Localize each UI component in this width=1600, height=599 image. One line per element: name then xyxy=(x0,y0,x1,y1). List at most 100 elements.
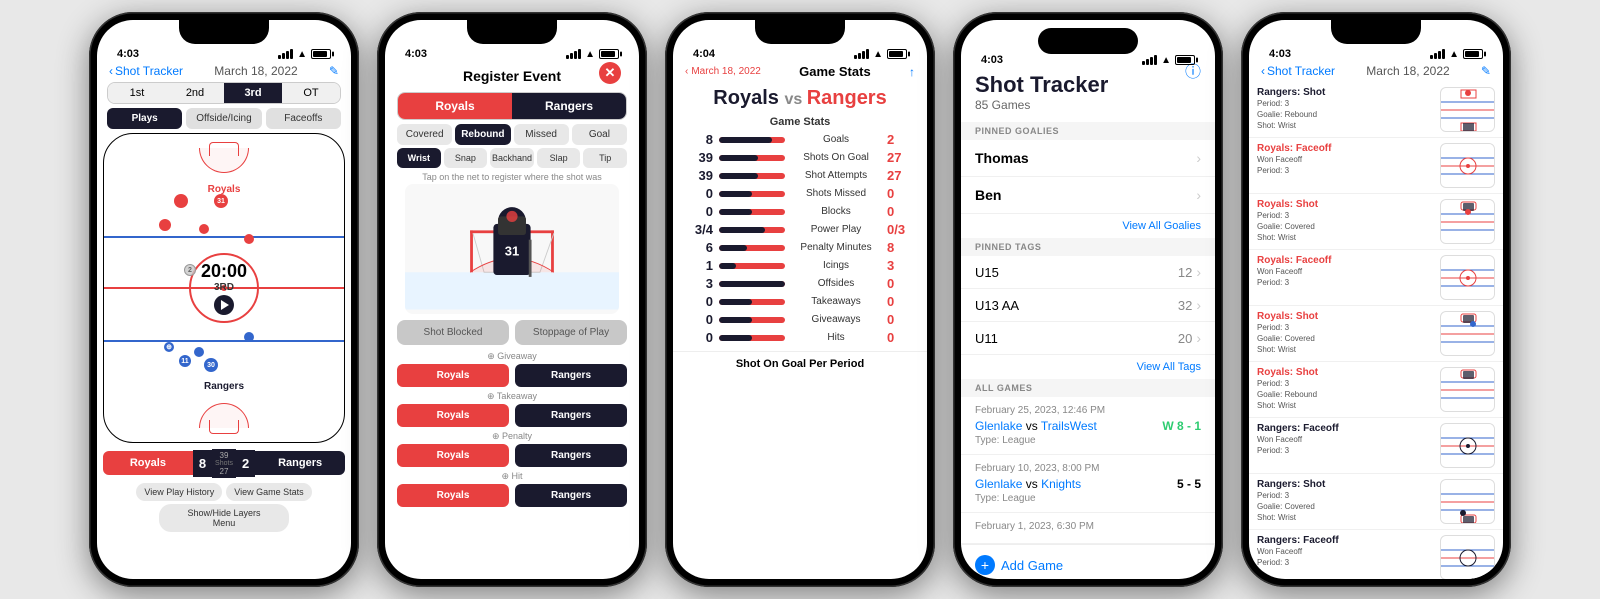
edit-btn-5[interactable]: ✎ xyxy=(1481,64,1491,78)
giveaway-rangers-btn[interactable]: Rangers xyxy=(515,364,627,387)
signal-bars-3 xyxy=(854,49,869,59)
back-date-btn[interactable]: ‹ March 18, 2022 xyxy=(685,66,761,77)
event-item-7[interactable]: Rangers: Shot Period: 3 Goalie: Covered … xyxy=(1249,474,1503,530)
shots-goal-label: Shots On Goal xyxy=(791,152,881,163)
event-info-8: Rangers: Faceoff Won Faceoff Period: 3 xyxy=(1257,535,1434,579)
team-toggle: Royals Rangers xyxy=(397,92,627,120)
close-btn[interactable]: ✕ xyxy=(599,62,621,84)
hit-royals-btn[interactable]: Royals xyxy=(397,484,509,507)
stat-icings: 1 Icings 3 xyxy=(685,258,915,273)
event-item-6[interactable]: Rangers: Faceoff Won Faceoff Period: 3 xyxy=(1249,418,1503,474)
event-goal[interactable]: Goal xyxy=(572,124,627,145)
layers-menu-btn[interactable]: Show/Hide Layers Menu xyxy=(159,504,289,532)
goals-left: 8 xyxy=(685,132,713,147)
penalty-rangers-btn[interactable]: Rangers xyxy=(515,444,627,467)
play-tabs: Plays Offside/Icing Faceoffs xyxy=(107,108,341,129)
shots-goal-bar xyxy=(719,155,785,161)
view-game-stats-btn[interactable]: View Game Stats xyxy=(226,483,311,501)
play-tab-faceoffs[interactable]: Faceoffs xyxy=(266,108,341,129)
wifi-icon-3: ▲ xyxy=(873,49,883,60)
shot-backhand[interactable]: Backhand xyxy=(490,148,534,168)
event-item-3[interactable]: Royals: Faceoff Won Faceoff Period: 3 xyxy=(1249,250,1503,306)
event-item-0[interactable]: Rangers: Shot Period: 3 Goalie: Rebound … xyxy=(1249,82,1503,138)
add-game-btn[interactable]: + Add Game xyxy=(961,544,1215,579)
view-all-goalies-btn[interactable]: View All Goalies xyxy=(961,214,1215,238)
event-item-4[interactable]: Royals: Shot Period: 3 Goalie: Covered S… xyxy=(1249,306,1503,362)
game-entry-2[interactable]: February 10, 2023, 8:00 PM Glenlake vs K… xyxy=(961,455,1215,513)
event-info-5: Royals: Shot Period: 3 Goalie: Rebound S… xyxy=(1257,367,1434,412)
icings-right: 3 xyxy=(887,258,915,273)
blocks-right: 0 xyxy=(887,204,915,219)
hockey-rink[interactable]: Royals Rangers 31 2 20:00 3RD ⊕ xyxy=(103,133,345,443)
pm-right: 8 xyxy=(887,240,915,255)
chevron-u11-icon: › xyxy=(1196,330,1201,346)
event-thumb-8 xyxy=(1440,535,1495,579)
battery-4 xyxy=(1175,55,1195,65)
team-toggle-rangers[interactable]: Rangers xyxy=(512,93,626,119)
event-item-1[interactable]: Royals: Faceoff Won Faceoff Period: 3 xyxy=(1249,138,1503,194)
edit-btn-1[interactable]: ✎ xyxy=(329,64,339,78)
takeaway-royals-btn[interactable]: Royals xyxy=(397,404,509,427)
play-tab-offside[interactable]: Offside/Icing xyxy=(186,108,261,129)
event-title-2: Royals: Shot xyxy=(1257,199,1434,210)
game-entry-1[interactable]: February 25, 2023, 12:46 PM Glenlake vs … xyxy=(961,397,1215,455)
pm-bar xyxy=(719,245,785,251)
play-tab-plays[interactable]: Plays xyxy=(107,108,182,129)
takeaways-bar xyxy=(719,299,785,305)
tag-u15[interactable]: U15 12 › xyxy=(961,256,1215,289)
goalie-name-ben: Ben xyxy=(975,187,1001,203)
event-rebound[interactable]: Rebound xyxy=(455,124,510,145)
event-title-1: Royals: Faceoff xyxy=(1257,143,1434,154)
event-item-8[interactable]: Rangers: Faceoff Won Faceoff Period: 3 xyxy=(1249,530,1503,579)
period-1st[interactable]: 1st xyxy=(108,83,166,103)
shot-blocked-btn[interactable]: Shot Blocked xyxy=(397,320,509,345)
goalie-thomas[interactable]: Thomas › xyxy=(961,140,1215,177)
net-graphic[interactable]: 31 xyxy=(405,184,619,314)
shot-attempts-left: 39 xyxy=(685,168,713,183)
tag-u13[interactable]: U13 AA 32 › xyxy=(961,289,1215,322)
shot-snap[interactable]: Snap xyxy=(444,148,488,168)
goalie-ben[interactable]: Ben › xyxy=(961,177,1215,214)
stoppage-play-btn[interactable]: Stoppage of Play xyxy=(515,320,627,345)
pp-right: 0/3 xyxy=(887,222,915,237)
game-stats-title: Game Stats xyxy=(799,64,871,79)
shot-dot-6: 2 xyxy=(184,264,196,276)
time-2: 4:03 xyxy=(405,48,427,60)
icings-bar xyxy=(719,263,785,269)
status-icons-3: ▲ xyxy=(854,49,907,60)
goalie-name-thomas: Thomas xyxy=(975,150,1029,166)
back-btn-1[interactable]: ‹ Shot Tracker xyxy=(109,64,183,78)
back-btn-5[interactable]: ‹ Shot Tracker xyxy=(1261,64,1335,78)
hit-rangers-btn[interactable]: Rangers xyxy=(515,484,627,507)
period-3rd[interactable]: 3rd xyxy=(224,83,282,103)
penalty-royals-btn[interactable]: Royals xyxy=(397,444,509,467)
period-ot[interactable]: OT xyxy=(282,83,340,103)
takeaway-rangers-btn[interactable]: Rangers xyxy=(515,404,627,427)
period-2nd[interactable]: 2nd xyxy=(166,83,224,103)
event-detail-0: Period: 3 Goalie: Rebound Shot: Wrist xyxy=(1257,98,1434,132)
tag-u11[interactable]: U11 20 › xyxy=(961,322,1215,355)
play-button[interactable] xyxy=(214,295,234,315)
event-covered[interactable]: Covered xyxy=(397,124,452,145)
share-icon[interactable]: ↑ xyxy=(909,65,915,79)
event-title-4: Royals: Shot xyxy=(1257,311,1434,322)
blocks-bar xyxy=(719,209,785,215)
tracker-header: Shot Tracker 85 Games xyxy=(961,68,1215,122)
timer-period: 3RD xyxy=(201,282,247,293)
game-entry-3[interactable]: February 1, 2023, 6:30 PM xyxy=(961,513,1215,544)
shot-tip[interactable]: Tip xyxy=(583,148,627,168)
event-missed[interactable]: Missed xyxy=(514,124,569,145)
giveaway-royals-btn[interactable]: Royals xyxy=(397,364,509,387)
shot-slap[interactable]: Slap xyxy=(537,148,581,168)
shot-period-footer: Shot On Goal Per Period xyxy=(673,351,927,370)
shot-dot-4 xyxy=(199,224,209,234)
view-play-history-btn[interactable]: View Play History xyxy=(136,483,222,501)
team-toggle-royals[interactable]: Royals xyxy=(398,93,512,119)
event-item-5[interactable]: Royals: Shot Period: 3 Goalie: Rebound S… xyxy=(1249,362,1503,418)
event-info-3: Royals: Faceoff Won Faceoff Period: 3 xyxy=(1257,255,1434,300)
stats-list: 8 Goals 2 39 Shots On Goal 27 39 Shot At… xyxy=(673,132,927,345)
event-item-2[interactable]: Royals: Shot Period: 3 Goalie: Covered S… xyxy=(1249,194,1503,250)
shot-wrist[interactable]: Wrist xyxy=(397,148,441,168)
view-all-tags-btn[interactable]: View All Tags xyxy=(961,355,1215,379)
penalty-team-row: Royals Rangers xyxy=(397,444,627,467)
